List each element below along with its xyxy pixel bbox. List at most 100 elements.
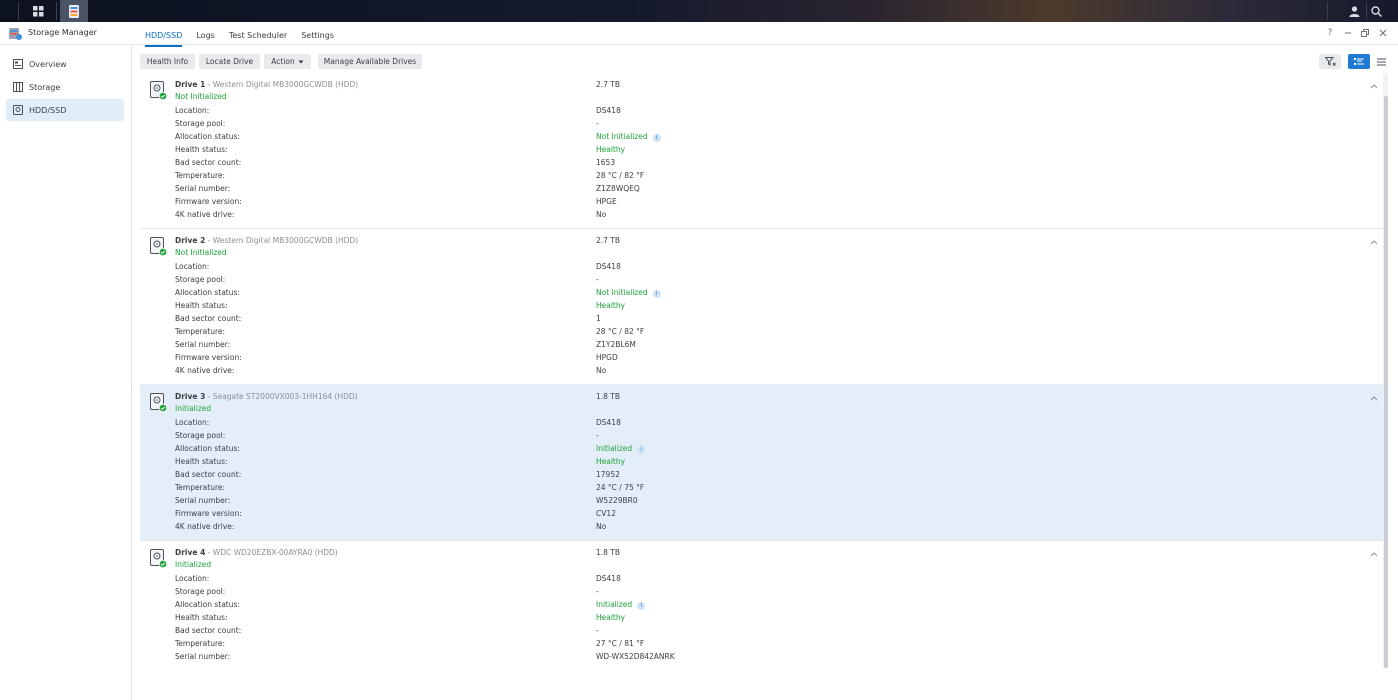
action-dropdown[interactable]: Action [264,54,311,69]
storage-icon [13,82,23,92]
hard-drive-icon [150,81,167,100]
field-value: Z1Z8WQEQ [596,184,640,193]
drive-list: Drive 1 - Western Digital MB3000GCWDB (H… [140,73,1388,678]
sidebar-item-label: Storage [29,82,61,92]
field-label: Allocation status: [175,132,240,141]
chevron-up-icon[interactable] [1370,551,1378,557]
field-value: Healthy [596,145,626,154]
field-value: 1653 [596,158,616,167]
search-button[interactable] [1362,0,1390,22]
locate-drive-button[interactable]: Locate Drive [199,54,260,69]
field-value: Healthy [596,613,626,622]
health-status-row: Health status: Healthy [175,613,1355,625]
drive-row[interactable]: Drive 2 - Western Digital MB3000GCWDB (H… [140,229,1383,385]
chevron-up-icon[interactable] [1370,83,1378,89]
temperature-row: Temperature: 28 °C / 82 °F [175,171,1355,183]
allocation-value: Not Initialized [596,288,648,297]
tab-settings[interactable]: Settings [301,31,334,47]
info-icon[interactable]: i [652,290,661,298]
drive-status: Not Initialized [175,92,227,101]
serial-number-row: Serial number: Z1Z8WQEQ [175,184,1355,196]
storage-pool-row: Storage pool: - [175,431,1355,443]
window-title: Storage Manager [28,28,97,37]
field-label: Serial number: [175,184,231,193]
tab-bar: HDD/SSD Logs Test Scheduler Settings [145,31,348,47]
restore-button[interactable] [1358,26,1372,40]
storage-pool-row: Storage pool: - [175,119,1355,131]
scrollbar-thumb[interactable] [1384,96,1388,668]
field-label: Serial number: [175,496,231,505]
storage-pool-row: Storage pool: - [175,275,1355,287]
serial-number-row: Serial number: W5229BR0 [175,496,1355,508]
field-value: WD-WX52D842ANRK [596,652,675,661]
firmware-row: Firmware version: HPGE [175,197,1355,209]
drive-title: Drive 4 [175,548,206,557]
field-label: Serial number: [175,340,231,349]
field-label: Location: [175,574,210,583]
tab-logs[interactable]: Logs [196,31,214,47]
field-value: DS418 [596,418,621,427]
list-icon [1376,58,1386,65]
taskbar [0,0,1398,22]
drive-row[interactable]: Drive 4 - WDC WD20EZBX-00AYRA0 (HDD) Ini… [140,541,1383,678]
4k-native-row: 4K native drive: No [175,210,1355,222]
temperature-row: Temperature: 24 °C / 75 °F [175,483,1355,495]
field-label: Allocation status: [175,444,240,453]
info-icon[interactable]: i [652,134,661,142]
manage-available-drives-button[interactable]: Manage Available Drives [318,54,422,69]
field-value: 28 °C / 82 °F [596,171,645,180]
drive-row-selected[interactable]: Drive 3 - Seagate ST2000VX003-1HH164 (HD… [140,385,1383,541]
firmware-row: Firmware version: HPGD [175,353,1355,365]
field-value: DS418 [596,106,621,115]
health-info-label: Health Info [146,57,189,66]
field-value: No [596,522,607,531]
field-value: Not Initialized i [596,132,661,142]
sidebar-item-hdd-ssd[interactable]: HDD/SSD [6,99,124,121]
drive-size: 2.7 TB [596,80,621,89]
tab-test-scheduler[interactable]: Test Scheduler [229,31,287,47]
storage-manager-taskbar-button[interactable] [60,0,88,22]
minimize-button[interactable] [1341,26,1355,40]
chevron-up-icon[interactable] [1370,239,1378,245]
restore-icon [1361,29,1369,37]
field-label: Storage pool: [175,587,226,596]
info-icon[interactable]: i [637,602,646,610]
grid-icon [32,5,43,16]
main-menu-button[interactable] [24,0,52,22]
action-label: Action [271,57,295,66]
detail-list-icon [1354,57,1364,65]
health-status-row: Health status: Healthy [175,145,1355,157]
drive-row[interactable]: Drive 1 - Western Digital MB3000GCWDB (H… [140,73,1383,229]
drive-size: 2.7 TB [596,236,621,245]
sidebar-item-storage[interactable]: Storage [6,76,124,98]
drive-model: - Western Digital MB3000GCWDB (HDD) [205,80,359,89]
location-row: Location: DS418 [175,418,1355,430]
field-label: Health status: [175,301,228,310]
drive-title: Drive 1 [175,80,206,89]
field-value: Healthy [596,301,626,310]
tab-hdd-ssd[interactable]: HDD/SSD [145,31,183,47]
drive-title: Drive 3 [175,392,206,401]
temperature-row: Temperature: 27 °C / 81 °F [175,639,1355,651]
info-icon[interactable]: i [637,446,646,454]
storage-pool-row: Storage pool: - [175,587,1355,599]
compact-view-button[interactable] [1370,54,1392,69]
allocation-value: Initialized [596,600,633,609]
detail-view-button[interactable] [1348,54,1370,69]
health-info-button[interactable]: Health Info [140,54,195,69]
drive-status: Not Initialized [175,248,227,257]
drive-name: Drive 1 - Western Digital MB3000GCWDB (H… [175,80,358,89]
filter-button[interactable] [1319,54,1341,69]
filter-icon [1324,57,1336,66]
drive-model: - WDC WD20EZBX-00AYRA0 (HDD) [205,548,338,557]
field-label: Storage pool: [175,431,226,440]
close-button[interactable] [1376,26,1390,40]
help-button[interactable]: ? [1323,26,1337,40]
sidebar-item-overview[interactable]: Overview [6,53,124,75]
chevron-up-icon[interactable] [1370,395,1378,401]
field-label: Temperature: [175,327,226,336]
field-value: DS418 [596,262,621,271]
drive-model: - Western Digital MB3000GCWDB (HDD) [205,236,359,245]
bad-sector-row: Bad sector count: - [175,626,1355,638]
caret-down-icon [298,60,304,63]
